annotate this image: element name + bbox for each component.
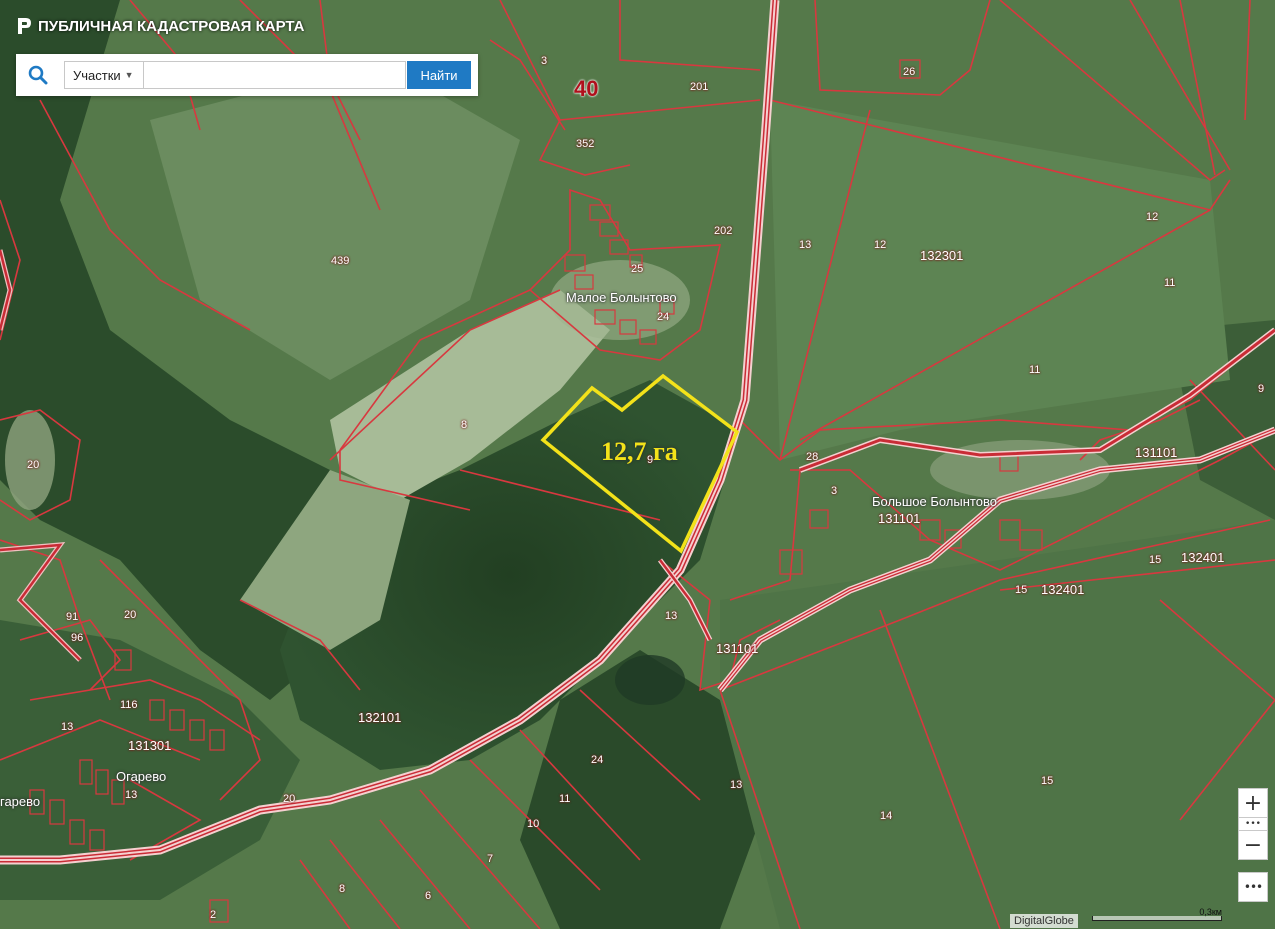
- map-canvas[interactable]: 40 3 201 352 202 439 13 12 12 11 11 8 9 …: [0, 0, 1275, 929]
- parcel-label: 8: [461, 419, 468, 431]
- parcel-label: 7: [487, 853, 494, 865]
- parcel-area-label: 12,7 га: [601, 437, 678, 466]
- parcel-label: 24: [657, 311, 670, 323]
- cadastral-quarter-label: 132301: [920, 248, 964, 263]
- settlement-label: Малое Болынтово: [566, 290, 677, 305]
- cadastral-quarter-label: 131301: [128, 738, 172, 753]
- parcel-label: 12: [1146, 211, 1159, 223]
- cadastral-quarter-label: 132401: [1181, 550, 1225, 565]
- app-header: ПУБЛИЧНАЯ КАДАСТРОВАЯ КАРТА: [16, 16, 304, 36]
- settlement-label: гарево: [0, 794, 41, 809]
- scale-label: 0,3км: [1199, 907, 1222, 917]
- parcel-label: 10: [527, 818, 540, 830]
- parcel-label: 13: [61, 721, 74, 733]
- cadastral-quarter-label: 132101: [358, 710, 402, 725]
- parcel-label: 12: [874, 239, 887, 251]
- parcel-label: 24: [591, 754, 604, 766]
- search-panel: Участки ▼ Найти: [16, 54, 478, 96]
- more-options-button[interactable]: •••: [1238, 872, 1268, 902]
- parcel-label: 352: [576, 138, 595, 150]
- parcel-label: 91: [66, 611, 79, 623]
- parcel-label: 116: [120, 699, 138, 711]
- parcel-label: 15: [1041, 775, 1054, 787]
- parcel-label: 2: [210, 909, 217, 921]
- zoom-out-button[interactable]: −: [1238, 830, 1268, 860]
- cadastral-quarter-label: 132401: [1041, 582, 1085, 597]
- parcel-label: 6: [425, 890, 432, 902]
- settlement-label: Огарево: [116, 769, 167, 784]
- parcel-label: 9: [1258, 383, 1265, 395]
- zoom-level-indicator: •••: [1238, 818, 1268, 830]
- parcel-label: 28: [806, 451, 819, 463]
- parcel-label: 11: [1029, 364, 1041, 376]
- parcel-label: 20: [124, 609, 137, 621]
- parcel-label: 20: [283, 793, 296, 805]
- zoom-in-button[interactable]: +: [1238, 788, 1268, 818]
- scale-bar: 0,3км: [1092, 907, 1222, 927]
- parcel-label: 13: [125, 789, 138, 801]
- pkk-logo-icon: [18, 18, 31, 34]
- parcel-label: 26: [903, 66, 916, 78]
- parcel-label: 439: [331, 255, 350, 267]
- parcel-label: 3: [831, 485, 838, 497]
- parcel-label: 3: [541, 55, 548, 67]
- parcel-label: 202: [714, 225, 733, 237]
- quarter-number-label: 40: [574, 76, 599, 101]
- cadastral-quarter-label: 131101: [878, 511, 921, 526]
- parcel-label: 14: [880, 810, 893, 822]
- app-title: ПУБЛИЧНАЯ КАДАСТРОВАЯ КАРТА: [38, 17, 305, 35]
- parcel-label: 11: [559, 793, 571, 805]
- parcel-label: 13: [730, 779, 743, 791]
- parcel-label: 8: [339, 883, 346, 895]
- parcel-label: 11: [1164, 277, 1176, 289]
- chevron-down-icon: ▼: [124, 70, 134, 80]
- find-button[interactable]: Найти: [407, 61, 471, 89]
- parcel-label: 15: [1015, 584, 1028, 596]
- search-type-value: Участки: [73, 67, 121, 83]
- search-type-select[interactable]: Участки ▼: [64, 61, 143, 89]
- cadastral-quarter-label: 131101: [716, 641, 759, 656]
- search-icon[interactable]: [16, 54, 60, 96]
- parcel-label: 96: [71, 632, 84, 644]
- cadastral-quarter-label: 131101: [1135, 445, 1178, 460]
- parcel-label: 15: [1149, 554, 1162, 566]
- settlement-label: Большое Болынтово: [872, 494, 997, 509]
- parcel-label: 25: [631, 263, 644, 275]
- parcel-label: 13: [799, 239, 812, 251]
- parcel-label: 13: [665, 610, 678, 622]
- parcel-label: 20: [27, 459, 40, 471]
- imagery-attribution: DigitalGlobe: [1010, 914, 1078, 928]
- search-input[interactable]: [143, 61, 406, 89]
- parcel-label: 201: [690, 81, 709, 93]
